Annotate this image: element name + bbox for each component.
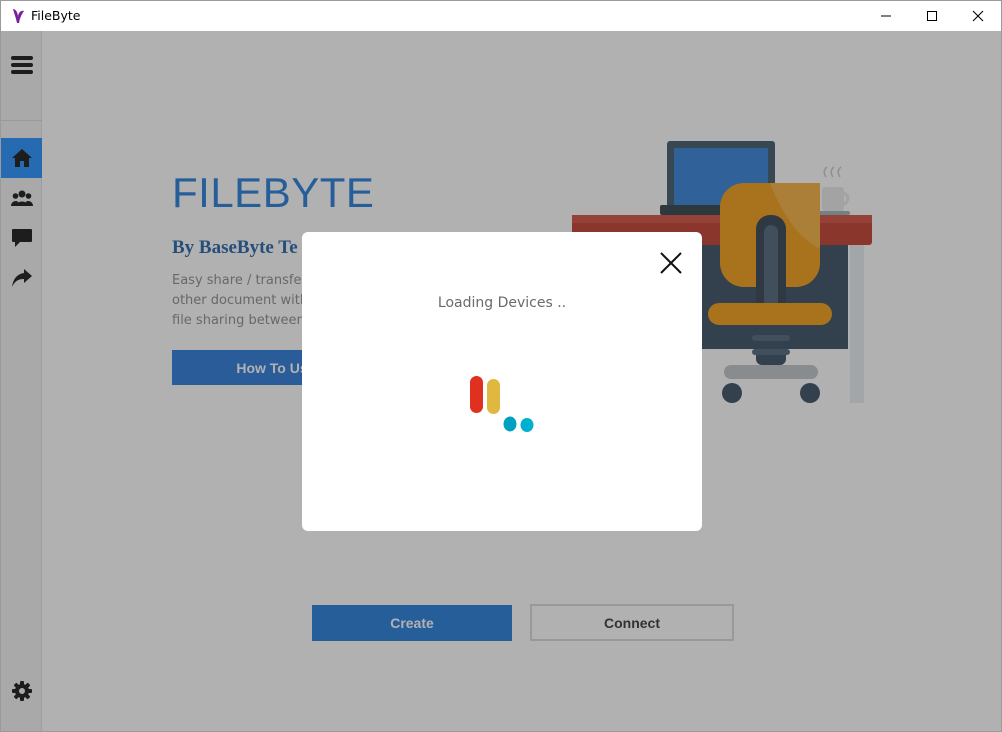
app-logo-icon [13, 9, 24, 23]
close-icon[interactable] [658, 250, 684, 276]
loading-dialog: Loading Devices .. [302, 232, 702, 531]
loading-spinner-icon [470, 376, 534, 432]
app-window: FileByte FILEBYTE By BaseByte Te Easy sh… [0, 0, 1002, 732]
loading-status-text: Loading Devices .. [437, 295, 567, 311]
app-content: FILEBYTE By BaseByte Te Easy share / tra… [1, 31, 1001, 731]
maximize-icon [927, 11, 937, 21]
maximize-button[interactable] [909, 1, 955, 31]
title-bar: FileByte [1, 1, 1001, 31]
minimize-button[interactable] [863, 1, 909, 31]
minimize-icon [881, 15, 891, 17]
window-close-icon [972, 10, 984, 22]
window-close-button[interactable] [955, 1, 1001, 31]
window-title: FileByte [31, 8, 81, 23]
